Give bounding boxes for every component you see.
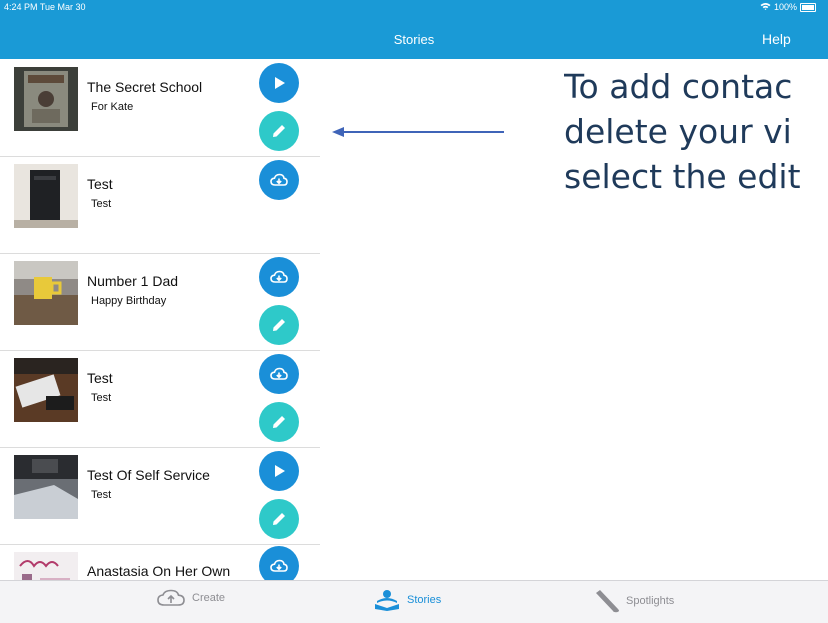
play-button[interactable]: [259, 63, 299, 103]
pencil-icon: [273, 125, 285, 137]
annotation-line: delete your vi: [564, 112, 792, 151]
tab-bar: Create Stories Spotlights: [0, 580, 828, 623]
story-thumbnail: [14, 455, 78, 519]
edit-button[interactable]: [259, 499, 299, 539]
annotation-text: To add contac delete your vi select the …: [564, 64, 828, 199]
play-button[interactable]: [259, 451, 299, 491]
story-row[interactable]: Test Of Self Service Test: [0, 447, 320, 545]
story-row[interactable]: Test Test: [0, 156, 320, 254]
story-row[interactable]: Number 1 Dad Happy Birthday: [0, 253, 320, 351]
story-title: Test: [87, 370, 113, 386]
annotation-line: To add contac: [564, 67, 793, 106]
edit-button[interactable]: [259, 305, 299, 345]
reader-icon: [375, 590, 399, 611]
status-indicators: 100%: [760, 2, 816, 12]
play-icon: [275, 465, 285, 477]
battery-percent: 100%: [773, 2, 797, 12]
story-thumbnail: [14, 358, 78, 422]
story-thumbnail: [14, 164, 78, 228]
nav-bar: Stories Help: [0, 14, 828, 59]
story-subtitle: For Kate: [91, 101, 134, 113]
play-icon: [275, 77, 285, 89]
cloud-download-icon: [270, 173, 288, 186]
cloud-download-icon: [270, 367, 288, 380]
story-thumbnail: [14, 67, 78, 131]
cloud-download-icon: [270, 270, 288, 283]
story-row[interactable]: The Secret School For Kate: [0, 59, 320, 157]
cloud-upload-icon: [157, 589, 185, 606]
help-button[interactable]: Help: [762, 31, 791, 47]
story-title: Number 1 Dad: [87, 273, 179, 289]
status-time: 4:24 PM Tue Mar 30: [4, 2, 86, 12]
cloud-download-icon: [270, 559, 288, 572]
story-thumbnail: [14, 552, 78, 580]
pencil-icon: [273, 319, 285, 331]
story-subtitle: Test: [91, 198, 112, 210]
edit-button[interactable]: [259, 111, 299, 151]
story-list[interactable]: The Secret School For Kate Test Test Num…: [0, 59, 320, 580]
story-subtitle: Test: [91, 392, 112, 404]
cloud-download-button[interactable]: [259, 257, 299, 297]
tab-label: Stories: [407, 594, 442, 606]
tab-spotlights[interactable]: Spotlights: [594, 589, 674, 613]
story-thumbnail: [14, 261, 78, 325]
status-bar: 4:24 PM Tue Mar 30 100%: [0, 0, 828, 14]
edit-button[interactable]: [259, 402, 299, 442]
pencil-icon: [273, 513, 285, 525]
wifi-icon: [760, 2, 771, 12]
cloud-download-button[interactable]: [259, 354, 299, 394]
cloud-download-button[interactable]: [259, 160, 299, 200]
story-subtitle: Test: [91, 489, 112, 501]
annotation-arrow: [332, 127, 504, 137]
spotlight-icon: [596, 590, 619, 613]
tab-label: Create: [192, 592, 226, 604]
story-title: Anastasia On Her Own: [87, 563, 231, 579]
story-subtitle: Happy Birthday: [91, 295, 167, 307]
page-title: Stories: [393, 32, 435, 47]
battery-icon: [800, 2, 816, 12]
tab-label: Spotlights: [626, 595, 675, 607]
story-title: Test: [87, 176, 113, 192]
tab-create[interactable]: Create: [156, 589, 225, 607]
cloud-download-button[interactable]: [259, 546, 299, 580]
tab-stories[interactable]: Stories: [373, 589, 441, 611]
story-title: The Secret School: [87, 79, 203, 95]
story-row[interactable]: Test Test: [0, 350, 320, 448]
story-row[interactable]: Anastasia On Her Own: [0, 544, 320, 580]
pencil-icon: [273, 416, 285, 428]
annotation-line: select the edit: [564, 157, 801, 196]
story-title: Test Of Self Service: [87, 467, 210, 483]
